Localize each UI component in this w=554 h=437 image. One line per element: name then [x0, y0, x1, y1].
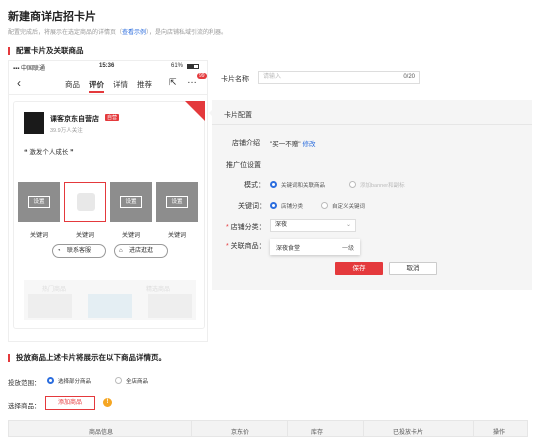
keyword-label: 关键词	[29, 233, 48, 239]
chat-icon: ◔	[57, 248, 61, 254]
page-title: 新建商详店招卡片	[8, 11, 96, 23]
related-product-label: * 关联商品：	[226, 243, 266, 250]
shop-intro-value: "买一不赠" 修改	[270, 141, 316, 148]
contact-service-button[interactable]: ◔ 联系客服	[52, 244, 106, 258]
product-slot[interactable]: 设置	[18, 182, 60, 222]
section-config-title: 配置卡片及关联商品	[8, 47, 84, 55]
keyword-type-label: 关键词：	[238, 203, 266, 210]
select-product-label: 选择商品：	[8, 403, 41, 410]
clock-text: 15:36	[99, 63, 115, 69]
column-header: 库存	[311, 430, 324, 436]
shop-slogan: ❝ 激发个人成长 ❞	[24, 149, 74, 156]
column-header: 商品信息	[89, 430, 114, 436]
shop-category-label: * 店铺分类：	[226, 224, 266, 231]
column-header: 已投放卡片	[393, 430, 424, 436]
notification-badge: 99	[197, 73, 207, 79]
edit-intro-link[interactable]: 修改	[302, 141, 315, 148]
radio-mode-banner[interactable]	[349, 181, 356, 188]
shop-intro-label: 店铺介绍	[232, 140, 260, 147]
status-bar: ▪▪▪ 中国联通 15:36 61%	[9, 61, 207, 72]
corner-ribbon	[185, 101, 205, 121]
enter-shop-button[interactable]: ⌂ 进店逛逛	[114, 244, 168, 258]
view-example-link[interactable]: 查看示例	[122, 30, 146, 36]
shop-icon: ⌂	[119, 248, 123, 254]
quote-open-icon: ❝	[24, 149, 28, 156]
column-header: 京东价	[231, 430, 250, 436]
config-title: 卡片配置	[224, 112, 252, 119]
phone-preview: ▪▪▪ 中国联通 15:36 61% ‹ 商品 评价 详情 推荐 ⇱ … 99 …	[8, 60, 208, 342]
radio-mode-keyword[interactable]	[270, 181, 277, 188]
more-icon[interactable]: …	[187, 75, 197, 86]
shop-category-select[interactable]: 深夜 ⌄	[270, 219, 356, 232]
back-icon[interactable]: ‹	[17, 76, 21, 90]
product-table-header: 商品信息 京东价 库存 已投放卡片 操作	[8, 420, 528, 437]
chevron-down-icon: ⌄	[345, 222, 351, 228]
self-operated-badge: 自营	[105, 114, 120, 121]
tab-product[interactable]: 商品	[65, 79, 80, 90]
tab-review[interactable]: 评价	[89, 79, 104, 93]
shop-card: 课客京东自营店 自营 39.9万人关注 ❝ 激发个人成长 ❞ 设置 设置 设置 …	[13, 101, 205, 329]
share-icon[interactable]: ⇱	[169, 77, 177, 88]
section-delivery-title: 投放商品上述卡片将展示在以下商品详情页。	[8, 354, 166, 362]
radio-keyword-custom[interactable]	[321, 202, 328, 209]
category-dropdown: 深夜食堂 一级	[270, 239, 360, 255]
dropdown-option-level: 一级	[342, 246, 355, 252]
promo-settings-title: 推广位设置	[226, 162, 261, 169]
radio-scope-all[interactable]	[115, 377, 122, 384]
radio-keyword-category[interactable]	[270, 202, 277, 209]
product-slot[interactable]: 设置	[156, 182, 198, 222]
scope-label: 投放范围：	[8, 380, 41, 387]
dropdown-option[interactable]: 深夜食堂	[276, 243, 300, 252]
cancel-button[interactable]: 取消	[389, 262, 437, 275]
divider	[212, 124, 532, 125]
keyword-label: 关键词	[75, 233, 94, 239]
warning-icon: !	[103, 398, 112, 407]
battery-text: 61%	[171, 63, 184, 69]
quote-close-icon: ❞	[70, 149, 74, 156]
faded-recommend-area: 热门商品 精选商品	[24, 280, 196, 320]
card-name-label: 卡片名称	[221, 76, 249, 83]
battery-icon	[187, 64, 199, 69]
card-name-input[interactable]: 请输入 0/20	[258, 71, 420, 84]
mode-label: 模式：	[244, 182, 265, 189]
product-slot-selected[interactable]	[64, 182, 106, 222]
tab-detail[interactable]: 详情	[113, 79, 128, 90]
keyword-label: 关键词	[121, 233, 140, 239]
tab-recommend[interactable]: 推荐	[137, 79, 152, 90]
save-button[interactable]: 保存	[335, 262, 383, 275]
shop-fans: 39.9万人关注	[50, 128, 83, 134]
carrier-text: ▪▪▪ 中国联通	[13, 66, 46, 72]
shop-name: 课客京东自营店	[50, 116, 99, 123]
radio-scope-partial[interactable]	[47, 377, 54, 384]
shop-logo	[24, 112, 44, 134]
char-counter: 0/20	[403, 74, 415, 80]
product-slot[interactable]: 设置	[110, 182, 152, 222]
product-image	[77, 193, 95, 211]
phone-nav-bar: ‹ 商品 评价 详情 推荐 ⇱ … 99	[9, 73, 207, 95]
page-description: 配置完成后，将展示在选定商品的详情页（查看示例），是向店铺私域引流的利器。	[8, 30, 228, 36]
column-header: 操作	[493, 430, 506, 436]
add-product-button[interactable]: 添加商品	[45, 396, 95, 410]
keyword-label: 关键词	[167, 233, 186, 239]
